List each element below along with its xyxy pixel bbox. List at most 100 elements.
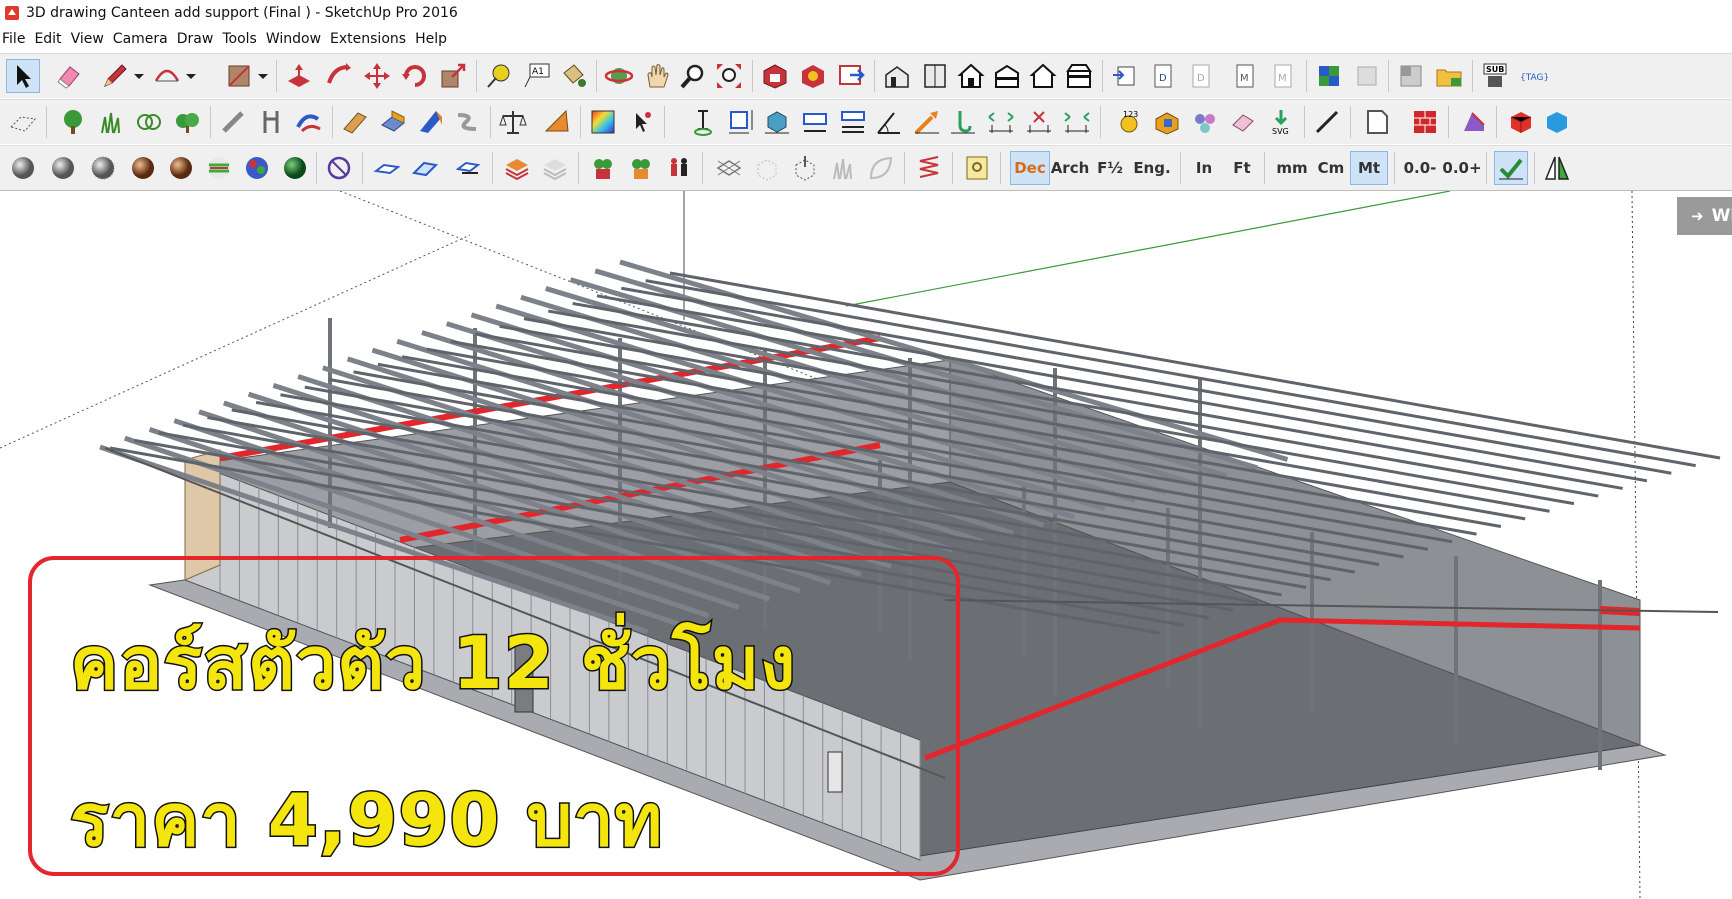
menu-help[interactable]: Help (415, 31, 454, 47)
dimension-cross-button[interactable] (1022, 105, 1056, 139)
rotate-tool-button[interactable] (398, 59, 432, 93)
export-svg-button[interactable]: SVG (1264, 105, 1298, 139)
line-tool-button[interactable] (98, 59, 132, 93)
curve-tool-button[interactable] (292, 105, 326, 139)
tag-tool-button[interactable]: {TAG} (1516, 59, 1550, 93)
beam-tool-button[interactable] (216, 105, 250, 139)
shape-dropdown-button[interactable] (256, 59, 270, 93)
shrub-component-button[interactable] (132, 105, 166, 139)
eraser-tool-button[interactable] (52, 59, 86, 93)
blue-cube-button[interactable] (1540, 105, 1574, 139)
dimension-flat-button[interactable] (798, 105, 832, 139)
text-tool-button[interactable]: A1 (520, 59, 554, 93)
balance-tool-button[interactable] (496, 105, 530, 139)
figures-button[interactable] (662, 151, 696, 185)
tree-component-button[interactable] (56, 105, 90, 139)
style-sphere-3-button[interactable] (86, 151, 120, 185)
scale-tool-button[interactable] (436, 59, 470, 93)
pick-tool-button[interactable] (624, 105, 658, 139)
roof-tool-button[interactable] (414, 105, 448, 139)
sub-tool-button[interactable]: SUB (1478, 59, 1512, 93)
ramp-tool-button[interactable] (540, 105, 574, 139)
pan-tool-button[interactable] (640, 59, 674, 93)
solar-tool-button[interactable]: 123 (1112, 105, 1146, 139)
dimension-vertical-button[interactable] (686, 105, 720, 139)
follow-me-tool-button[interactable] (322, 59, 356, 93)
menu-draw[interactable]: Draw (177, 31, 221, 47)
component-box-button[interactable] (788, 151, 822, 185)
dimension-box-button[interactable] (724, 105, 758, 139)
units-fraction-button[interactable]: F½ (1090, 151, 1130, 185)
section-plane-button[interactable] (1456, 105, 1490, 139)
brick-wall-button[interactable] (1408, 105, 1442, 139)
material-box-button[interactable] (1150, 105, 1184, 139)
style-sphere-5-button[interactable] (164, 151, 198, 185)
precision-increase-button[interactable]: 0.0+ (1442, 151, 1482, 185)
style-sphere-4-button[interactable] (126, 151, 160, 185)
style-sphere-8-button[interactable] (278, 151, 312, 185)
notes-tool-button[interactable] (960, 151, 994, 185)
component-button[interactable] (1312, 59, 1346, 93)
style-sphere-7-button[interactable] (240, 151, 274, 185)
units-arch-button[interactable]: Arch (1050, 151, 1090, 185)
push-pull-tool-button[interactable] (282, 59, 316, 93)
s-curve-tool-button[interactable] (450, 105, 484, 139)
layout-send-button[interactable] (1108, 59, 1142, 93)
lumber-tool-button[interactable] (338, 105, 372, 139)
materials-gradient-button[interactable] (586, 105, 620, 139)
style-sphere-1-button[interactable] (6, 151, 40, 185)
menu-window[interactable]: Window (266, 31, 328, 47)
right-view-button[interactable] (990, 59, 1024, 93)
open-folder-button[interactable] (1432, 59, 1466, 93)
eraser-soft-button[interactable] (1226, 105, 1260, 139)
spot-elevation-button[interactable] (910, 105, 944, 139)
left-view-button[interactable] (1062, 59, 1096, 93)
layers-disabled-button[interactable] (538, 151, 572, 185)
dimension-cube-button[interactable] (760, 105, 794, 139)
3d-warehouse-button[interactable] (758, 59, 792, 93)
component-disabled-button[interactable] (1350, 59, 1384, 93)
iso-view-button[interactable] (880, 59, 914, 93)
draw-line-button[interactable] (1310, 105, 1344, 139)
doc-d-disabled-button[interactable]: D (1184, 59, 1218, 93)
tilted-plane-button[interactable] (408, 151, 442, 185)
molecule-tool-button[interactable] (1188, 105, 1222, 139)
menu-view[interactable]: View (71, 31, 111, 47)
units-dec-button[interactable]: Dec (1010, 151, 1050, 185)
tape-measure-tool-button[interactable] (482, 59, 516, 93)
menu-tools[interactable]: Tools (222, 31, 264, 47)
zoom-extents-button[interactable] (712, 59, 746, 93)
line-dropdown-button[interactable] (132, 59, 146, 93)
dimension-arrows-in-button[interactable] (1060, 105, 1094, 139)
precision-decrease-button[interactable]: 0.0- (1400, 151, 1440, 185)
doc-d-button[interactable]: D (1146, 59, 1180, 93)
style-sphere-2-button[interactable] (46, 151, 80, 185)
back-view-button[interactable] (1026, 59, 1060, 93)
dimension-arrows-out-button[interactable] (984, 105, 1018, 139)
grass-component-button[interactable] (94, 105, 128, 139)
spring-tool-button[interactable] (912, 151, 946, 185)
default-tray-tab[interactable]: ➜ Wi (1677, 197, 1732, 235)
grass-disabled-button[interactable] (826, 151, 860, 185)
mirror-tool-button[interactable] (1540, 151, 1574, 185)
top-view-button[interactable] (918, 59, 952, 93)
menu-edit[interactable]: Edit (34, 31, 68, 47)
style-sphere-6-button[interactable] (202, 151, 236, 185)
doc-m-disabled-button[interactable]: M (1266, 59, 1300, 93)
duct-tool-button[interactable] (376, 105, 410, 139)
sandbox-button[interactable] (6, 105, 40, 139)
arc-dropdown-button[interactable] (184, 59, 198, 93)
zoom-tool-button[interactable] (676, 59, 710, 93)
bush-component-button[interactable] (170, 105, 204, 139)
menu-camera[interactable]: Camera (113, 31, 175, 47)
menu-file[interactable]: File (2, 31, 32, 47)
extension-warehouse-button[interactable] (796, 59, 830, 93)
column-tool-button[interactable] (254, 105, 288, 139)
menu-extensions[interactable]: Extensions (330, 31, 413, 47)
angle-tool-button[interactable] (872, 105, 906, 139)
plants-red-button[interactable] (586, 151, 620, 185)
leaf-disabled-button[interactable] (864, 151, 898, 185)
check-tool-button[interactable] (1494, 151, 1528, 185)
front-view-button[interactable] (954, 59, 988, 93)
move-tool-button[interactable] (360, 59, 394, 93)
